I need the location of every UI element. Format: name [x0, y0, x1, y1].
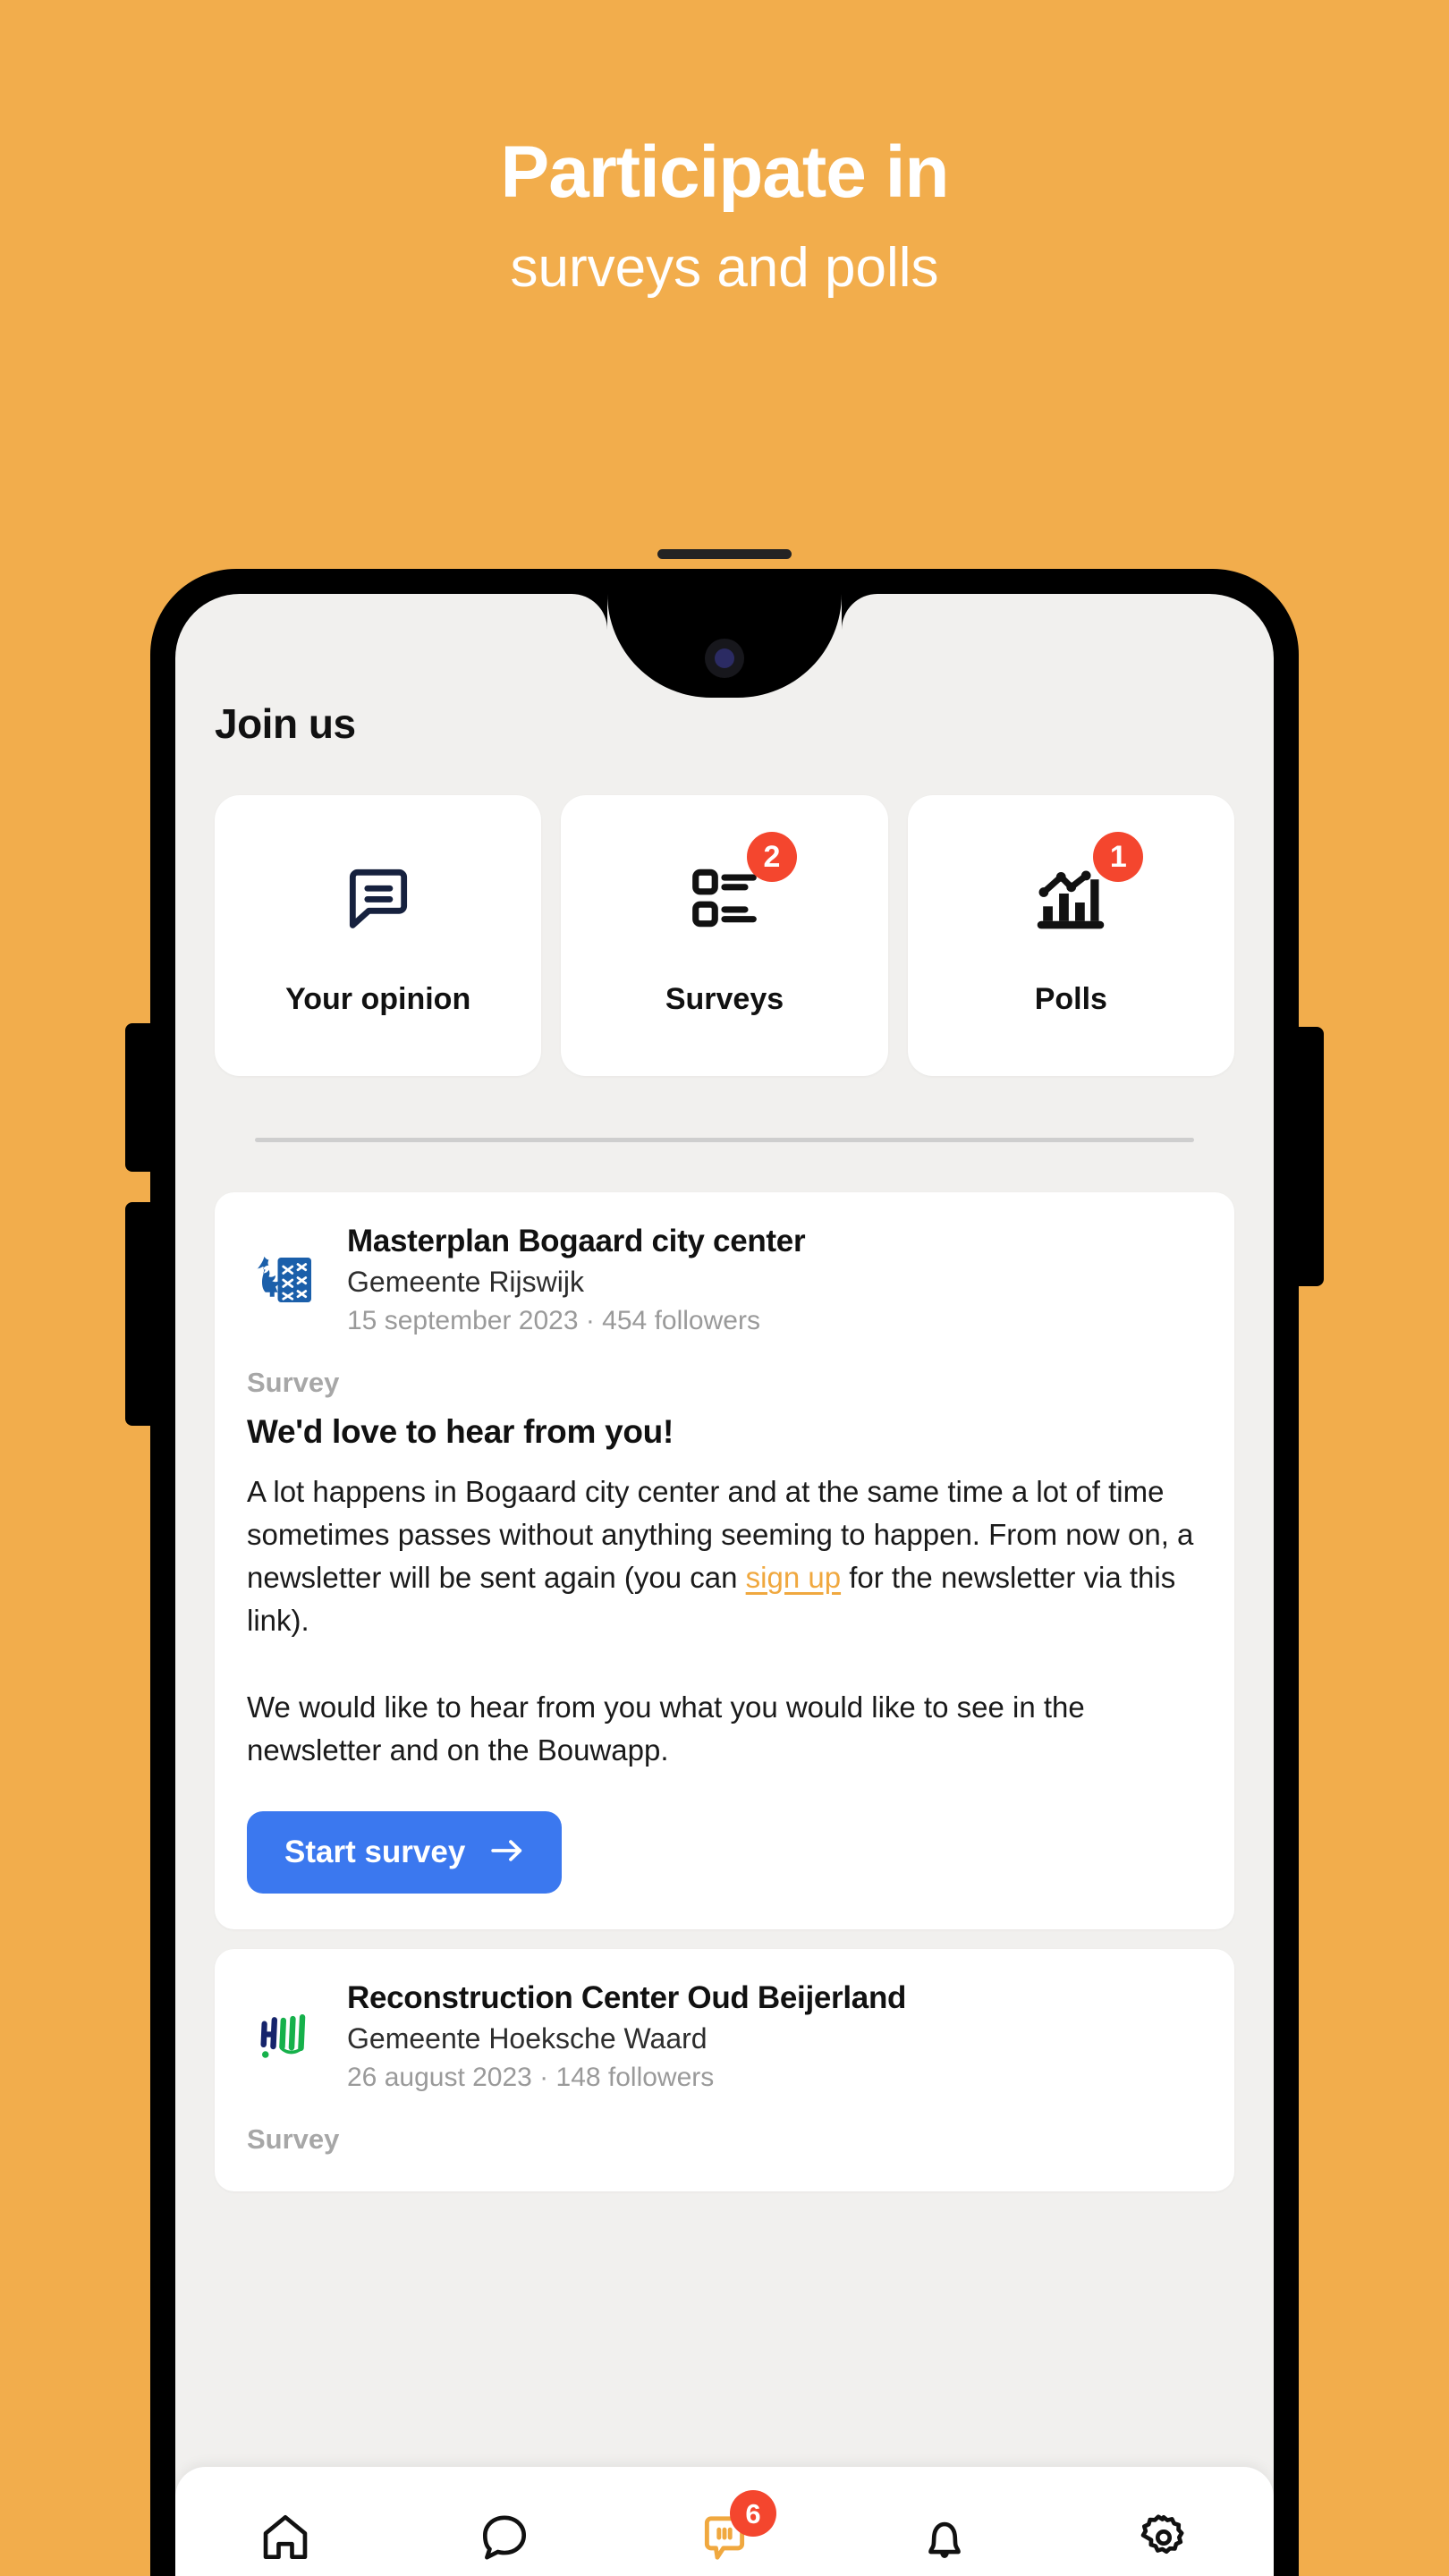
start-survey-label: Start survey — [284, 1835, 466, 1870]
checklist-icon: 2 — [686, 831, 797, 941]
nav-item-chat[interactable] — [395, 2510, 615, 2570]
sign-up-link[interactable]: sign up — [746, 1561, 841, 1594]
post-meta: 15 september 2023 · 454 followers — [347, 1306, 760, 1335]
feed-post-reconstruction-oud-beijerland[interactable]: Reconstruction Center Oud Beijerland Gem… — [215, 1949, 1234, 2192]
hoeksche-waard-logo-icon — [247, 1999, 322, 2074]
post-organisation: Gemeente Hoeksche Waard — [347, 2022, 708, 2055]
promo-subtitle: surveys and polls — [510, 237, 939, 300]
quick-actions-row: Your opinion 2 Surveys 1 Polls — [215, 795, 1234, 1076]
quick-action-surveys[interactable]: 2 Surveys — [561, 795, 888, 1076]
nav-item-settings[interactable] — [1054, 2510, 1274, 2570]
post-heading: We'd love to hear from you! — [247, 1413, 674, 1450]
nav-item-notifications[interactable] — [835, 2510, 1055, 2570]
phone-screen: Join us Your opinion 2 Surveys 1 Polls M… — [175, 594, 1274, 2576]
feed-post-masterplan-bogaard[interactable]: Masterplan Bogaard city center Gemeente … — [215, 1192, 1234, 1930]
post-meta: 26 august 2023 · 148 followers — [347, 2063, 715, 2093]
start-survey-button[interactable]: Start survey — [247, 1811, 563, 1894]
speech-bubble-lines-icon — [340, 855, 417, 941]
post-title: Reconstruction Center Oud Beijerland — [347, 1980, 907, 2016]
post-header-text: Reconstruction Center Oud Beijerland Gem… — [347, 1979, 1202, 2093]
status-badge: 1 — [1093, 831, 1144, 882]
post-type-label: Survey — [247, 2123, 340, 2156]
post-type-label: Survey — [247, 1367, 340, 1398]
post-body: A lot happens in Bogaard city center and… — [247, 1470, 1202, 1772]
promo-title: Participate in — [500, 131, 950, 213]
post-header-text: Masterplan Bogaard city center Gemeente … — [347, 1223, 1202, 1336]
front-camera-icon — [705, 639, 744, 678]
quick-action-label: Your opinion — [285, 981, 471, 1016]
quick-action-label: Polls — [1034, 981, 1107, 1016]
notch-corner-right — [842, 594, 877, 630]
quick-action-your-opinion[interactable]: Your opinion — [215, 795, 542, 1076]
post-paragraph-2: We would like to hear from you what you … — [247, 1690, 1085, 1767]
post-organisation: Gemeente Rijswijk — [347, 1266, 584, 1298]
nav-item-home[interactable] — [175, 2510, 395, 2570]
promo-header: Participate in surveys and polls — [0, 0, 1449, 300]
phone-mockup: Join us Your opinion 2 Surveys 1 Polls M… — [150, 549, 1299, 2576]
bell-icon — [917, 2510, 972, 2570]
arrow-right-icon — [490, 1835, 524, 1870]
section-divider — [255, 1138, 1194, 1142]
rijswijk-coat-of-arms-icon — [247, 1242, 322, 1318]
notch-corner-left — [572, 594, 607, 630]
feed-list: Masterplan Bogaard city center Gemeente … — [215, 1192, 1234, 2192]
home-icon — [258, 2510, 313, 2570]
volume-up-button[interactable] — [125, 1023, 152, 1172]
gear-icon — [1136, 2510, 1191, 2570]
nav-item-updates[interactable]: 6 — [614, 2490, 835, 2570]
app-content: Join us Your opinion 2 Surveys 1 Polls M… — [175, 594, 1274, 2576]
page-title: Join us — [215, 700, 356, 747]
post-header: Masterplan Bogaard city center Gemeente … — [247, 1223, 1202, 1336]
status-badge: 2 — [746, 831, 797, 882]
speaker-grille-icon — [657, 549, 792, 559]
bar-chart-trend-icon: 1 — [1032, 831, 1144, 941]
quick-action-polls[interactable]: 1 Polls — [907, 795, 1234, 1076]
power-button[interactable] — [1297, 1027, 1324, 1286]
post-paragraph-1: A lot happens in Bogaard city center and… — [247, 1470, 1202, 1641]
status-badge: 6 — [729, 2490, 776, 2537]
chat-bubble-icon — [477, 2510, 532, 2570]
post-header: Reconstruction Center Oud Beijerland Gem… — [247, 1979, 1202, 2093]
volume-down-button[interactable] — [125, 1202, 152, 1426]
quick-action-label: Surveys — [665, 981, 784, 1016]
post-title: Masterplan Bogaard city center — [347, 1224, 806, 1258]
bottom-navigation: 6 — [175, 2467, 1274, 2576]
